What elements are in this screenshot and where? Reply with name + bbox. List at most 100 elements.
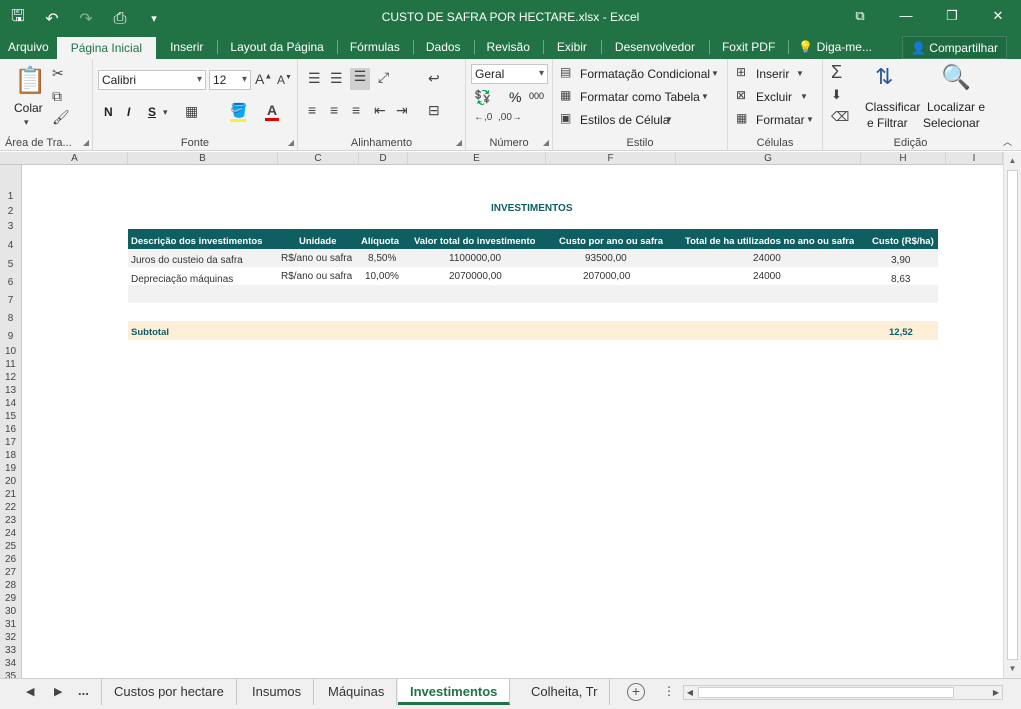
table-cell[interactable]: R$/ano ou safra [281, 271, 352, 282]
wrap-text-icon[interactable]: ↩ [428, 70, 440, 87]
row-header[interactable]: 19 [0, 463, 21, 474]
row-header[interactable]: 27 [0, 567, 21, 578]
tab-dados[interactable]: Dados [412, 35, 474, 59]
row-header[interactable]: 17 [0, 437, 21, 448]
row-header[interactable]: 25 [0, 541, 21, 552]
column-header[interactable]: C [278, 152, 359, 165]
font-color-icon[interactable]: A [265, 102, 279, 121]
close-icon[interactable]: ✕ [975, 0, 1021, 32]
dialog-launcher-icon[interactable]: ◢ [456, 138, 462, 147]
grow-font-icon[interactable]: A▲ [255, 71, 272, 87]
table-cell[interactable]: 24000 [753, 271, 781, 282]
row-header[interactable]: 11 [0, 359, 21, 370]
format-painter-icon[interactable]: 🖌 [52, 109, 70, 126]
chevron-down-icon[interactable]: ▼ [806, 115, 814, 124]
scroll-left-icon[interactable]: ◀ [684, 686, 696, 699]
sheet-tab[interactable]: Máquinas [316, 679, 398, 705]
share-button[interactable]: 👤 Compartilhar [902, 36, 1007, 59]
orientation-icon[interactable]: ⤢ [378, 69, 389, 86]
cut-icon[interactable]: ✂ [52, 65, 64, 82]
table-cell[interactable]: 1100000,00 [449, 253, 501, 264]
table-cell[interactable]: 24000 [753, 253, 781, 264]
align-middle-icon[interactable]: ☰ [330, 70, 343, 87]
fill-icon[interactable]: ⬇ [831, 87, 842, 103]
row-header[interactable]: 12 [0, 372, 21, 383]
restore-icon[interactable]: ❐ [929, 0, 975, 32]
insert-cells-button[interactable]: Inserir [756, 67, 789, 81]
sheet-tab[interactable]: Colheita, Tr [519, 679, 611, 705]
paste-icon[interactable]: 📋 [14, 65, 46, 96]
tab-tell-me[interactable]: 💡 Diga-me... [788, 35, 882, 59]
row-header[interactable]: 7 [0, 295, 21, 306]
sheet-tab[interactable]: Insumos [240, 679, 315, 705]
fill-color-icon[interactable]: 🪣 [230, 102, 247, 122]
cell-styles-button[interactable]: Estilos de Célula [580, 113, 669, 127]
percent-button[interactable]: % [509, 89, 521, 105]
scroll-up-icon[interactable]: ▲ [1004, 154, 1021, 168]
tab-exibir[interactable]: Exibir [542, 35, 601, 59]
sheet-tab[interactable]: Custos por hectare [101, 679, 237, 705]
row-header[interactable]: 33 [0, 645, 21, 656]
align-bottom-icon[interactable]: ☰ [350, 68, 370, 90]
row-header[interactable]: 14 [0, 398, 21, 409]
sort-filter-label-2[interactable]: e Filtrar [867, 116, 908, 130]
table-cell[interactable]: Depreciação máquinas [131, 274, 233, 285]
tab-inserir[interactable]: Inserir [156, 35, 217, 59]
column-header[interactable]: B [128, 152, 278, 165]
merge-center-icon[interactable]: ⊟ [428, 102, 440, 119]
header-cell[interactable]: Valor total do investimento [414, 236, 535, 247]
row-header[interactable]: 20 [0, 476, 21, 487]
sheet-tab-active[interactable]: Investimentos [398, 679, 511, 705]
row-header[interactable]: 13 [0, 385, 21, 396]
row-header[interactable]: 1 [0, 191, 21, 202]
column-header[interactable]: G [676, 152, 861, 165]
row-header[interactable]: 15 [0, 411, 21, 422]
row-header[interactable]: 9 [0, 331, 21, 342]
table-cell[interactable]: 93500,00 [585, 253, 627, 264]
tab-revisao[interactable]: Revisão [473, 35, 543, 59]
sort-filter-icon[interactable]: ⇅ [875, 64, 893, 90]
row-header[interactable]: 5 [0, 259, 21, 270]
clear-icon[interactable]: ⌫ [831, 109, 849, 125]
delete-cells-button[interactable]: Excluir [756, 90, 792, 104]
scroll-down-icon[interactable]: ▼ [1004, 662, 1021, 676]
chevron-down-icon[interactable]: ▼ [796, 69, 804, 78]
find-select-label-2[interactable]: Selecionar [923, 116, 980, 130]
row-header[interactable]: 24 [0, 528, 21, 539]
header-cell[interactable]: Unidade [299, 236, 336, 247]
increase-indent-icon[interactable]: ⇥ [396, 102, 408, 119]
autosum-icon[interactable]: Σ [831, 62, 842, 83]
header-cell[interactable]: Total de ha utilizados no ano ou safra [685, 236, 854, 247]
header-cell[interactable]: Alíquota [361, 236, 399, 247]
find-select-label[interactable]: Localizar e [927, 100, 985, 114]
table-cell[interactable]: 207000,00 [583, 271, 630, 282]
row-header[interactable]: 35 [0, 671, 21, 678]
row-header[interactable]: 3 [0, 221, 21, 232]
row-header[interactable]: 30 [0, 606, 21, 617]
align-top-icon[interactable]: ☰ [308, 70, 321, 87]
font-name-select[interactable]: Calibri [98, 70, 206, 90]
decrease-indent-icon[interactable]: ⇤ [374, 102, 386, 119]
row-header[interactable]: 32 [0, 632, 21, 643]
dialog-launcher-icon[interactable]: ◢ [543, 138, 549, 147]
subtotal-label[interactable]: Subtotal [131, 327, 169, 338]
paste-dropdown-icon[interactable]: ▾ [24, 117, 29, 128]
align-right-icon[interactable]: ≡ [352, 102, 360, 118]
header-cell[interactable]: Descrição dos investimentos [131, 236, 262, 247]
chevron-down-icon[interactable]: ▼ [800, 92, 808, 101]
row-header[interactable]: 6 [0, 277, 21, 288]
find-select-icon[interactable]: 🔍 [941, 63, 971, 92]
chevron-down-icon[interactable]: ▼ [711, 69, 719, 78]
tab-foxit[interactable]: Foxit PDF [708, 35, 788, 59]
subtotal-value[interactable]: 12,52 [889, 327, 913, 338]
sheet-title[interactable]: INVESTIMENTOS [491, 203, 573, 214]
minimize-icon[interactable]: — [883, 0, 929, 32]
shrink-font-icon[interactable]: A▼ [277, 73, 292, 87]
paste-button[interactable]: Colar [14, 101, 43, 115]
align-center-icon[interactable]: ≡ [330, 102, 338, 118]
add-sheet-icon[interactable]: + [627, 683, 645, 701]
vertical-scrollbar[interactable]: ▲ ▼ [1003, 152, 1021, 678]
next-sheet-icon[interactable]: ▶ [54, 685, 62, 698]
column-header[interactable]: H [861, 152, 946, 165]
format-cells-button[interactable]: Formatar [756, 113, 805, 127]
